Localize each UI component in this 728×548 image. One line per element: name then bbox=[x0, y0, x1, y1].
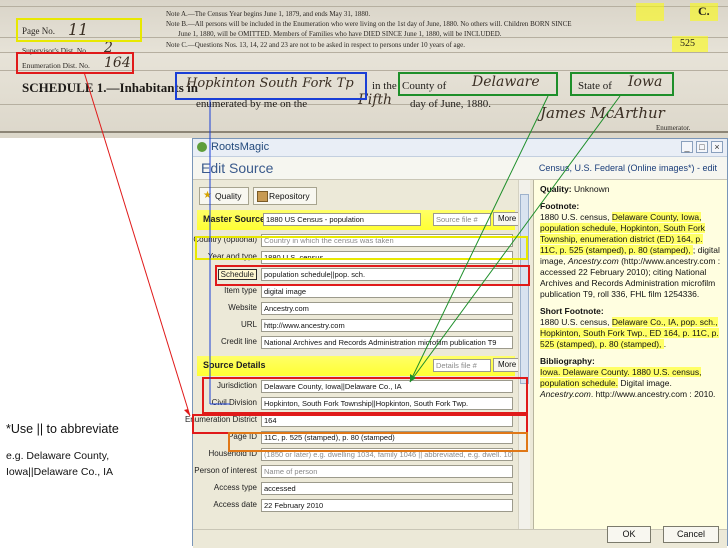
note-b: Note B.—All persons will be included in … bbox=[166, 20, 572, 28]
county-box bbox=[398, 72, 558, 96]
short-footnote-label: Short Footnote: bbox=[540, 306, 604, 316]
abbreviate-note: *Use || to abbreviate bbox=[6, 422, 119, 436]
quality-button[interactable]: ★ Quality bbox=[199, 187, 249, 205]
citation-preview-pane: Quality: Unknown Footnote: 1880 U.S. cen… bbox=[533, 180, 727, 529]
repository-button[interactable]: Repository bbox=[253, 187, 317, 205]
more-label: More bbox=[498, 214, 517, 223]
more-label: More bbox=[498, 360, 517, 369]
footnote-part: Ancestry.com bbox=[567, 256, 619, 266]
field-label: Access date bbox=[213, 500, 257, 509]
cancel-button[interactable]: Cancel bbox=[663, 526, 719, 543]
page-stamp: 525 bbox=[680, 38, 695, 49]
enumerator-label: Enumerator. bbox=[656, 124, 691, 132]
short-part: . bbox=[663, 339, 667, 349]
detail-row: Access type accessed bbox=[197, 480, 515, 497]
window-title: RootsMagic bbox=[211, 141, 270, 153]
source-type-link[interactable]: Census, U.S. Federal (Online images*) - … bbox=[539, 163, 717, 173]
close-button[interactable]: × bbox=[711, 141, 723, 153]
quality-button-label: Quality bbox=[215, 191, 242, 201]
edit-source-window: RootsMagic _ □ × Edit Source Census, U.S… bbox=[185, 138, 728, 548]
footnote-text: 1880 U.S. census, Delaware County, Iowa,… bbox=[540, 212, 721, 300]
bib-part: . http://www.ancestry.com : 2010. bbox=[590, 389, 716, 399]
source-details-section: Source Details Details file # More▼ bbox=[197, 356, 529, 376]
bibliography-label: Bibliography: bbox=[540, 356, 595, 366]
abbreviate-example-2: Iowa||Delaware Co., IA bbox=[6, 466, 113, 478]
in-the-text: in the bbox=[372, 80, 397, 92]
maximize-button[interactable]: □ bbox=[696, 141, 708, 153]
jurisdiction-highlight bbox=[202, 377, 528, 414]
enumerator-signature: James McArthur bbox=[540, 104, 665, 122]
access-date-field[interactable]: 22 February 2010 bbox=[261, 499, 513, 512]
abbreviate-example-1: e.g. Delaware County, bbox=[6, 450, 110, 462]
url-field[interactable]: http://www.ancestry.com bbox=[261, 319, 513, 332]
field-label: Item type bbox=[224, 286, 257, 295]
edit-source-header: Edit Source Census, U.S. Federal (Online… bbox=[193, 157, 727, 180]
note-c: Note C.—Questions Nos. 13, 14, 22 and 23… bbox=[166, 41, 465, 49]
note-b2: June 1, 1880, will be OMITTED. Members o… bbox=[178, 30, 502, 38]
master-source-field[interactable]: 1880 US Census - population bbox=[263, 213, 421, 226]
bibliography-text: Iowa. Delaware County. 1880 U.S. census,… bbox=[540, 367, 721, 400]
rootsmagic-logo-icon bbox=[197, 142, 207, 152]
dialog-footer: OK Cancel bbox=[193, 526, 727, 548]
item-type-field[interactable]: digital image bbox=[261, 285, 513, 298]
state-box bbox=[570, 72, 674, 96]
master-source-highlight bbox=[195, 236, 528, 260]
page-title: Edit Source bbox=[201, 160, 274, 176]
quality-value: Unknown bbox=[574, 184, 610, 194]
credit-line-field[interactable]: National Archives and Records Administra… bbox=[261, 336, 513, 349]
master-source-label: Master Source bbox=[203, 214, 266, 224]
person-of-interest-field[interactable]: Name of person bbox=[261, 465, 513, 478]
repository-button-label: Repository bbox=[269, 191, 310, 201]
website-field[interactable]: Ancestry.com bbox=[261, 302, 513, 315]
source-file-number-field[interactable]: Source file # bbox=[433, 213, 491, 226]
access-type-field[interactable]: accessed bbox=[261, 482, 513, 495]
scan-highlight bbox=[636, 3, 664, 21]
field-row: Website Ancestry.com bbox=[197, 300, 515, 317]
footnote-part: 1880 U.S. census, bbox=[540, 212, 612, 222]
enumeration-district-highlight bbox=[192, 414, 528, 434]
field-label: Credit line bbox=[220, 337, 257, 346]
bib-part: Digital image. bbox=[617, 378, 672, 388]
building-icon bbox=[257, 191, 268, 202]
schedule-title: SCHEDULE 1.—Inhabitants in bbox=[22, 80, 198, 95]
note-a: Note A.—The Census Year begins June 1, 1… bbox=[166, 10, 371, 18]
day-of-text: day of June, 1880. bbox=[410, 98, 491, 110]
field-label: Person of interest bbox=[194, 466, 257, 475]
details-file-number-field[interactable]: Details file # bbox=[433, 359, 491, 372]
field-label: Website bbox=[228, 303, 257, 312]
quality-label: Quality: bbox=[540, 184, 572, 194]
census-scan-image: Page No. 11 Supervisor's Dist. No. 2 Enu… bbox=[0, 0, 728, 138]
field-label: URL bbox=[240, 320, 257, 329]
master-source-section: Master Source 1880 US Census - populatio… bbox=[197, 210, 529, 230]
ok-button[interactable]: OK bbox=[607, 526, 651, 543]
short-part: 1880 U.S. census, bbox=[540, 317, 612, 327]
enumeration-box bbox=[16, 52, 134, 74]
form-scrollbar[interactable] bbox=[518, 180, 530, 529]
detail-row: Person of interest Name of person bbox=[194, 463, 515, 480]
detail-row: Access date 22 February 2010 bbox=[197, 497, 515, 514]
source-form-pane: ★ Quality Repository Master Source 1880 … bbox=[185, 180, 532, 529]
footnote-label: Footnote: bbox=[540, 201, 580, 211]
page-no-box bbox=[16, 18, 142, 42]
page-id-highlight bbox=[228, 432, 528, 452]
bib-part: Ancestry.com bbox=[540, 389, 591, 399]
star-icon: ★ bbox=[203, 190, 212, 201]
field-row: URL http://www.ancestry.com bbox=[197, 317, 515, 334]
minimize-button[interactable]: _ bbox=[681, 141, 693, 153]
title-bar: RootsMagic _ □ × bbox=[193, 139, 727, 157]
corner-letter: C. bbox=[698, 4, 710, 18]
source-details-label: Source Details bbox=[203, 360, 266, 370]
schedule-highlight bbox=[215, 265, 530, 286]
short-footnote-text: 1880 U.S. census, Delaware Co., IA, pop.… bbox=[540, 317, 721, 350]
scrollbar-thumb[interactable] bbox=[520, 194, 529, 384]
field-label: Access type bbox=[213, 483, 257, 492]
township-box bbox=[175, 72, 367, 100]
field-row: Credit line National Archives and Record… bbox=[197, 334, 515, 351]
